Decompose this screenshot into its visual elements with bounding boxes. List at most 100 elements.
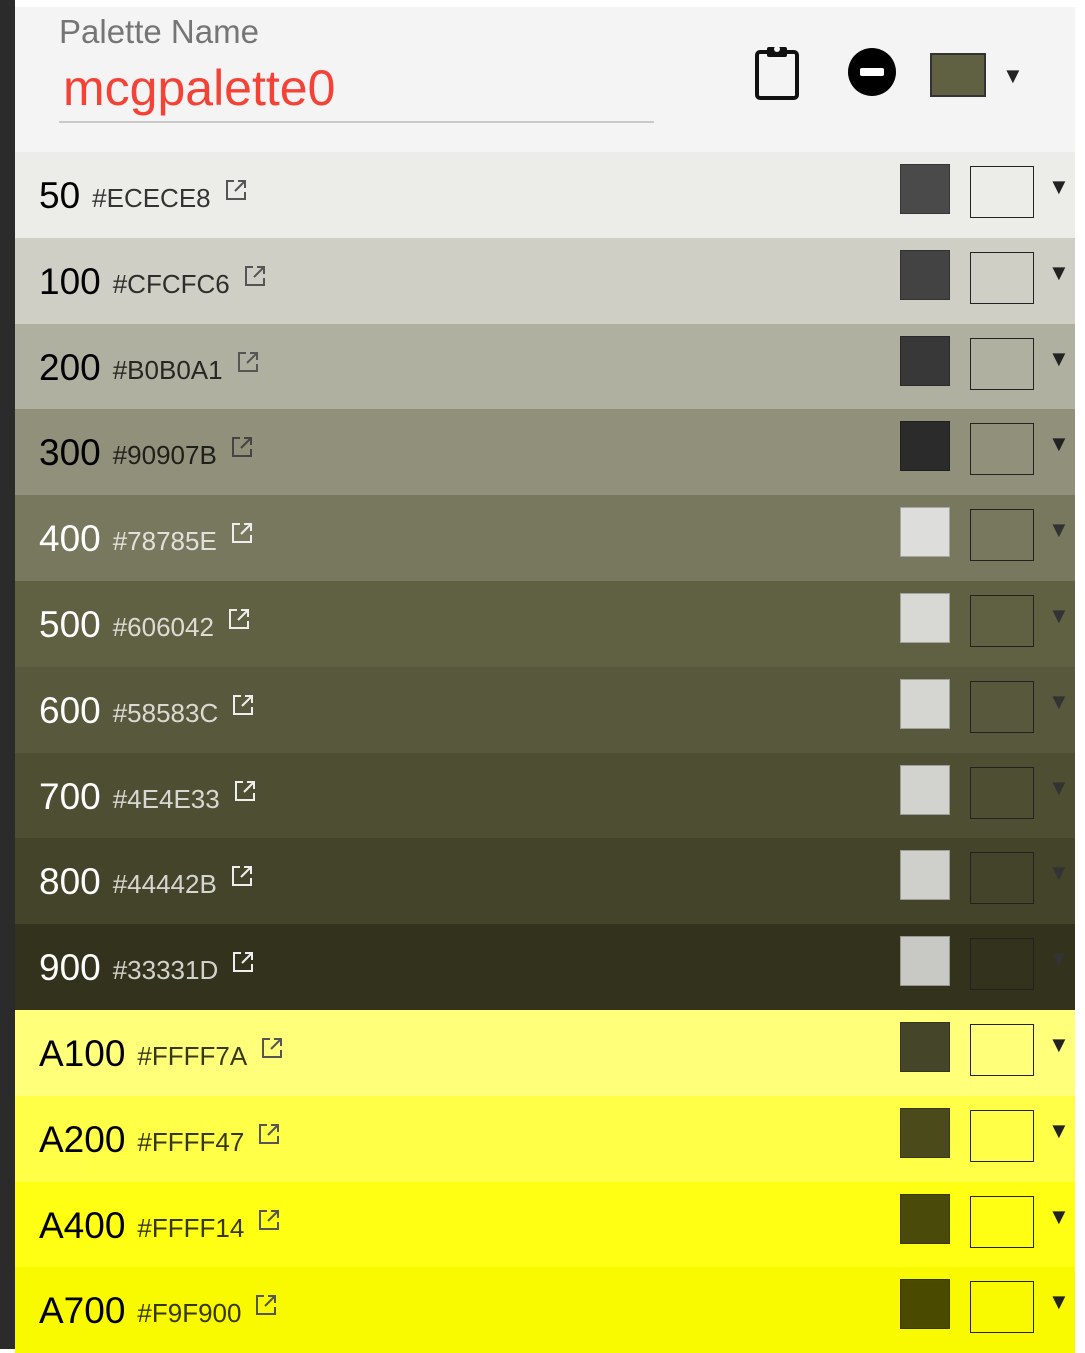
shade-dropdown-icon[interactable]: ▼ (1048, 689, 1070, 715)
shade-label: 400 (39, 518, 101, 560)
open-in-new-icon[interactable] (258, 1123, 280, 1145)
open-in-new-icon[interactable] (231, 865, 253, 887)
text-color-swatch[interactable] (900, 936, 950, 987)
hex-value: #58583C (112, 697, 219, 728)
shade-row-a100: A100 #FFFF7A ▼ (15, 1009, 1075, 1096)
left-edge-strip (0, 0, 15, 1349)
shade-dropdown-icon[interactable]: ▼ (1048, 946, 1070, 972)
shade-dropdown-icon[interactable]: ▼ (1048, 775, 1070, 801)
shade-color-swatch[interactable] (970, 166, 1034, 218)
shade-dropdown-icon[interactable]: ▼ (1048, 603, 1070, 629)
open-in-new-icon[interactable] (228, 608, 250, 630)
shade-label: A200 (39, 1118, 126, 1160)
open-in-new-icon[interactable] (232, 951, 254, 973)
shade-label: 900 (39, 947, 101, 989)
shade-row-200: 200 #B0B0A1 ▼ (15, 323, 1075, 410)
text-color-swatch[interactable] (900, 764, 950, 815)
text-color-swatch[interactable] (900, 850, 950, 901)
text-color-swatch[interactable] (900, 335, 950, 386)
shade-color-swatch[interactable] (970, 1281, 1034, 1334)
text-color-swatch[interactable] (900, 507, 950, 558)
shade-row-400: 400 #78785E ▼ (15, 495, 1075, 581)
text-color-swatch[interactable] (900, 249, 950, 300)
shade-color-swatch[interactable] (970, 251, 1034, 304)
hex-value: #B0B0A1 (112, 354, 223, 385)
palette-name-underline (59, 121, 654, 123)
palette-shade-list: 50 #ECECE8 ▼ 100 #CFCFC6 ▼ 200 #B0B0A1 ▼ 300 #9090… (15, 152, 1075, 1353)
shade-color-swatch[interactable] (970, 1023, 1034, 1076)
open-in-new-icon[interactable] (231, 436, 253, 458)
text-color-swatch[interactable] (900, 678, 950, 729)
shade-color-swatch[interactable] (970, 1195, 1034, 1248)
text-color-swatch[interactable] (900, 592, 950, 643)
shade-row-100: 100 #CFCFC6 ▼ (15, 237, 1075, 324)
clipboard-icon[interactable] (753, 44, 801, 100)
shade-dropdown-icon[interactable]: ▼ (1048, 431, 1070, 457)
shade-dropdown-icon[interactable]: ▼ (1048, 260, 1070, 286)
shade-dropdown-icon[interactable]: ▼ (1048, 517, 1070, 543)
shade-dropdown-icon[interactable]: ▼ (1048, 860, 1070, 886)
shade-color-swatch[interactable] (970, 509, 1034, 562)
hex-value: #FFFF47 (137, 1126, 245, 1157)
open-in-new-icon[interactable] (232, 694, 254, 716)
shade-row-300: 300 #90907B ▼ (15, 409, 1075, 496)
shade-color-swatch[interactable] (970, 852, 1034, 905)
shade-color-swatch[interactable] (970, 938, 1034, 991)
shade-dropdown-icon[interactable]: ▼ (1048, 346, 1070, 372)
shade-dropdown-icon[interactable]: ▼ (1048, 1204, 1070, 1230)
shade-color-swatch[interactable] (970, 423, 1034, 476)
shade-label: A700 (39, 1290, 126, 1332)
text-color-swatch[interactable] (900, 1279, 950, 1330)
shade-row-500: 500 #606042 ▼ (15, 580, 1075, 667)
shade-row-a400: A400 #FFFF14 ▼ (15, 1181, 1075, 1268)
hex-value: #CFCFC6 (112, 268, 230, 299)
shade-label: 300 (39, 432, 101, 474)
shade-row-800: 800 #44442B ▼ (15, 838, 1075, 925)
shade-dropdown-icon[interactable]: ▼ (1048, 174, 1070, 200)
shade-label: A400 (39, 1204, 126, 1246)
shade-dropdown-icon[interactable]: ▼ (1048, 1032, 1070, 1058)
hex-value: #F9F900 (137, 1298, 242, 1329)
shade-color-swatch[interactable] (970, 337, 1034, 390)
shade-dropdown-icon[interactable]: ▼ (1048, 1118, 1070, 1144)
shade-label: A100 (39, 1032, 126, 1074)
shade-label: 800 (39, 861, 101, 903)
text-color-swatch[interactable] (900, 1107, 950, 1158)
open-in-new-icon[interactable] (255, 1294, 277, 1316)
palette-name-input[interactable]: mcgpalette0 (63, 59, 335, 117)
hex-value: #FFFF14 (137, 1212, 245, 1243)
shade-row-a200: A200 #FFFF47 ▼ (15, 1095, 1075, 1182)
shade-row-600: 600 #58583C ▼ (15, 666, 1075, 753)
hex-value: #4E4E33 (112, 783, 220, 814)
base-color-swatch[interactable] (930, 53, 986, 97)
right-edge (1075, 0, 1085, 1349)
shade-dropdown-icon[interactable]: ▼ (1048, 1289, 1070, 1315)
text-color-swatch[interactable] (900, 1193, 950, 1244)
base-color-dropdown-icon[interactable]: ▼ (1002, 63, 1024, 89)
open-in-new-icon[interactable] (244, 265, 266, 287)
shade-row-700: 700 #4E4E33 ▼ (15, 752, 1075, 839)
open-in-new-icon[interactable] (225, 179, 247, 201)
palette-header: Palette Name mcgpalette0 ▼ (15, 7, 1075, 152)
shade-color-swatch[interactable] (970, 594, 1034, 647)
shade-color-swatch[interactable] (970, 1109, 1034, 1162)
text-color-swatch[interactable] (900, 164, 950, 214)
hex-value: #ECECE8 (92, 183, 211, 213)
text-color-swatch[interactable] (900, 1021, 950, 1072)
open-in-new-icon[interactable] (234, 780, 256, 802)
hex-value: #44442B (112, 869, 217, 900)
hex-value: #606042 (112, 611, 214, 642)
open-in-new-icon[interactable] (237, 351, 259, 373)
open-in-new-icon[interactable] (261, 1037, 283, 1059)
shade-row-900: 900 #33331D ▼ (15, 924, 1075, 1010)
open-in-new-icon[interactable] (231, 522, 253, 544)
palette-name-label: Palette Name (59, 13, 259, 50)
shade-row-a700: A700 #F9F900 ▼ (15, 1267, 1075, 1353)
top-margin (15, 0, 1075, 7)
remove-palette-icon[interactable] (847, 47, 897, 97)
shade-color-swatch[interactable] (970, 766, 1034, 819)
hex-value: #78785E (112, 526, 217, 557)
shade-color-swatch[interactable] (970, 680, 1034, 733)
open-in-new-icon[interactable] (258, 1209, 280, 1231)
text-color-swatch[interactable] (900, 421, 950, 472)
